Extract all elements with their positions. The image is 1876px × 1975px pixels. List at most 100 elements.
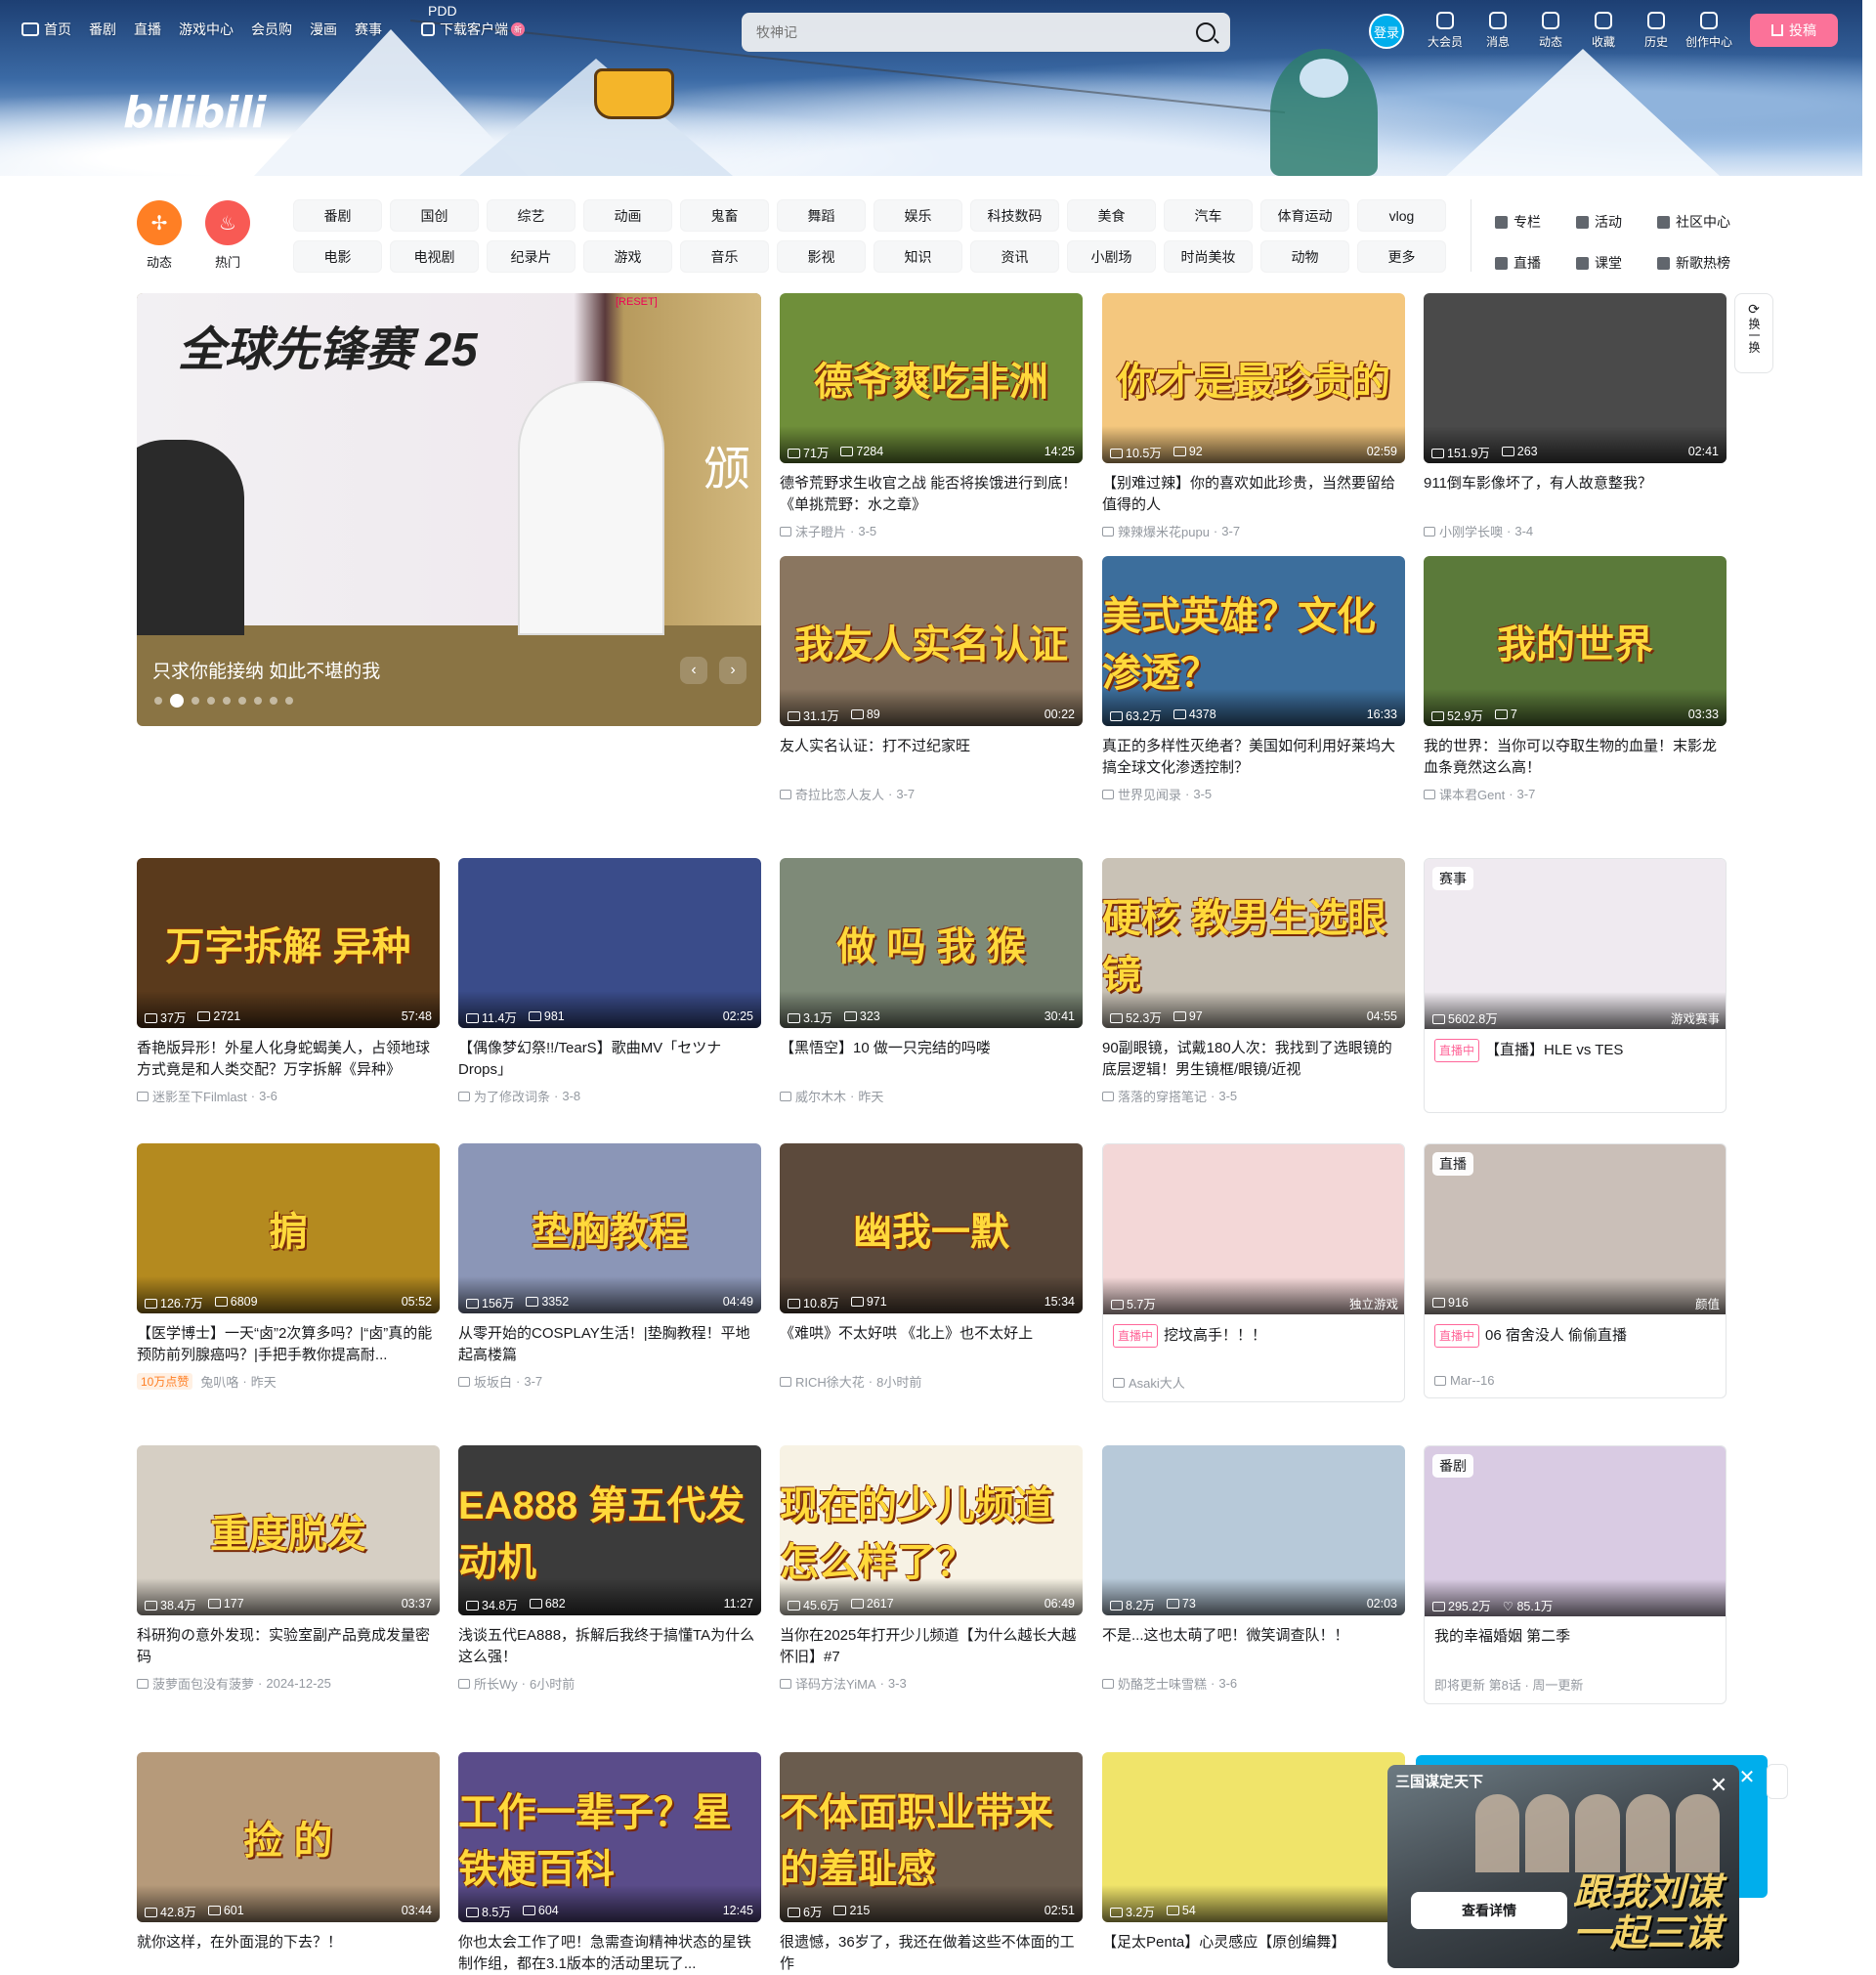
video-title[interactable]: 【黑悟空】10 做一只完结的吗喽: [780, 1038, 1083, 1081]
video-thumbnail[interactable]: 掮 126.7万 6809 05:52: [137, 1143, 440, 1313]
video-card[interactable]: 垫胸教程 156万 3352 04:49 从零开始的COSPLAY生活！|垫胸教程！…: [458, 1143, 761, 1391]
video-title[interactable]: 《难哄》不太好哄 《北上》也不太好上: [780, 1323, 1083, 1366]
author-name[interactable]: 所长Wy: [474, 1674, 518, 1693]
video-thumbnail[interactable]: 151.9万 263 02:41: [1424, 293, 1727, 463]
channel-17[interactable]: 影视: [777, 240, 866, 273]
video-card[interactable]: 现在的少儿频道怎么样了？ 45.6万 2617 06:49 当你在2025年打开少儿…: [780, 1445, 1083, 1693]
carousel-dot[interactable]: [154, 697, 162, 705]
carousel-dot[interactable]: [207, 697, 215, 705]
channel-18[interactable]: 知识: [874, 240, 962, 273]
channel-14[interactable]: 纪录片: [487, 240, 576, 273]
video-card[interactable]: 美式英雄？文化渗透？ 63.2万 4378 16:33 真正的多样性灭绝者？美国如何…: [1102, 556, 1405, 803]
side-link-classroom[interactable]: 课堂: [1576, 242, 1652, 283]
video-title[interactable]: 从零开始的COSPLAY生活！|垫胸教程！平地起高楼篇: [458, 1323, 761, 1366]
video-title[interactable]: 真正的多样性灭绝者？美国如何利用好莱坞大搞全球文化渗透控制？: [1102, 736, 1405, 779]
video-card[interactable]: 我友人实名认证 31.1万 89 00:22 友人实名认证：打不过纪家旺 奇拉比恋人…: [780, 556, 1083, 803]
video-thumbnail[interactable]: 赛事 5602.8万 游戏赛事: [1425, 859, 1726, 1029]
search-input[interactable]: [756, 24, 1196, 40]
video-thumbnail[interactable]: 硬核 教男生选眼镜 52.3万 97 04:55: [1102, 858, 1405, 1028]
video-title[interactable]: 科研狗の意外发现：实验室副产品竟成发量密码: [137, 1625, 440, 1668]
video-title[interactable]: 直播中 06 宿舍没人 偷偷直播: [1425, 1324, 1726, 1367]
channel-11[interactable]: vlog: [1357, 199, 1446, 232]
channel-1[interactable]: 国创: [390, 199, 479, 232]
ad-close-icon[interactable]: ✕: [1708, 1775, 1729, 1797]
carousel-next-button[interactable]: ›: [719, 657, 746, 684]
side-link-music-chart[interactable]: 新歌热榜: [1657, 242, 1755, 283]
channel-6[interactable]: 娱乐: [874, 199, 962, 232]
carousel-dot-active[interactable]: [170, 694, 184, 708]
video-thumbnail[interactable]: 11.4万 981 02:25: [458, 858, 761, 1028]
video-card[interactable]: 我的世界 52.9万 7 03:33 我的世界：当你可以夺取生物的血量！末影龙血条竟…: [1424, 556, 1727, 803]
video-title[interactable]: 我的幸福婚姻 第二季: [1425, 1626, 1726, 1669]
video-card[interactable]: 3.2万 54 【足太Penta】心灵感应【原创编舞】: [1102, 1752, 1405, 1975]
video-thumbnail[interactable]: 捡 的 42.8万 601 03:44: [137, 1752, 440, 1922]
channel-12[interactable]: 电影: [293, 240, 382, 273]
channel-15[interactable]: 游戏: [583, 240, 672, 273]
dynamic-circle-button[interactable]: ✢: [137, 200, 182, 245]
author-name[interactable]: 菠萝面包没有菠萝: [152, 1674, 254, 1693]
video-title[interactable]: 【偶像梦幻祭!!/TearS】歌曲MV「セツナDrops」: [458, 1038, 761, 1081]
upload-button[interactable]: 投稿: [1750, 14, 1838, 47]
bilibili-logo[interactable]: bilibili: [123, 88, 266, 138]
nav-bangumi[interactable]: 番剧: [89, 20, 116, 39]
video-title[interactable]: 90副眼镜，试戴180人次：我找到了选眼镜的底层逻辑！男生镜框/眼镜/近视: [1102, 1038, 1405, 1081]
video-title[interactable]: 你也太会工作了吧！急需查询精神状态的星铁制作组，都在3.1版本的活动里玩了...: [458, 1932, 761, 1975]
hot-circle-button[interactable]: ♨: [205, 200, 250, 245]
carousel-dot[interactable]: [238, 697, 246, 705]
video-title[interactable]: 直播中 【直播】HLE vs TES: [1425, 1039, 1726, 1082]
video-thumbnail[interactable]: 番剧 295.2万 ♡ 85.1万: [1425, 1446, 1726, 1616]
favorites-entry[interactable]: 收藏: [1577, 12, 1630, 50]
login-button[interactable]: 登录: [1369, 14, 1404, 49]
video-thumbnail[interactable]: 做 吗 我 猴 3.1万 323 30:41: [780, 858, 1083, 1028]
history-entry[interactable]: 历史: [1630, 12, 1683, 50]
author-name[interactable]: 坂坂白: [474, 1372, 512, 1391]
video-card[interactable]: 幽我一默 10.8万 971 15:34 《难哄》不太好哄 《北上》也不太好上 RI…: [780, 1143, 1083, 1391]
video-title[interactable]: 浅谈五代EA888，拆解后我终于搞懂TA为什么这么强！: [458, 1625, 761, 1668]
video-thumbnail[interactable]: 幽我一默 10.8万 971 15:34: [780, 1143, 1083, 1313]
video-card[interactable]: 做 吗 我 猴 3.1万 323 30:41 【黑悟空】10 做一只完结的吗喽 威尔…: [780, 858, 1083, 1105]
channel-13[interactable]: 电视剧: [390, 240, 479, 273]
video-card[interactable]: 151.9万 263 02:41 911倒车影像坏了，有人故意整我？ 小刚学长噢 · 3…: [1424, 293, 1727, 540]
author-name[interactable]: 奶酪芝士味雪糕: [1118, 1674, 1207, 1693]
video-card[interactable]: 5.7万 独立游戏 直播中 挖坟高手！！！ Asaki大人: [1102, 1143, 1405, 1402]
video-title[interactable]: 就你这样，在外面混的下去？！: [137, 1932, 440, 1975]
video-thumbnail[interactable]: 5.7万 独立游戏: [1103, 1144, 1404, 1314]
carousel-dot[interactable]: [285, 697, 293, 705]
channel-5[interactable]: 舞蹈: [777, 199, 866, 232]
video-card[interactable]: EA888 第五代发动机 34.8万 682 11:27 浅谈五代EA888，拆解后…: [458, 1445, 761, 1693]
author-name[interactable]: 兔叭咯: [200, 1372, 238, 1391]
video-thumbnail[interactable]: EA888 第五代发动机 34.8万 682 11:27: [458, 1445, 761, 1615]
video-card[interactable]: 万字拆解 异种 37万 2721 57:48 香艳版异形！外星人化身蛇蝎美人，占领地…: [137, 858, 440, 1105]
channel-8[interactable]: 美食: [1067, 199, 1156, 232]
video-title[interactable]: 911倒车影像坏了，有人故意整我？: [1424, 473, 1727, 516]
nav-download-client[interactable]: 下载客户端新: [421, 20, 525, 39]
channel-20[interactable]: 小剧场: [1067, 240, 1156, 273]
author-name[interactable]: 落落的穿搭笔记: [1118, 1087, 1207, 1105]
author-name[interactable]: 威尔木木: [795, 1087, 846, 1105]
video-thumbnail[interactable]: 3.2万 54: [1102, 1752, 1405, 1922]
author-name[interactable]: 为了修改词条: [474, 1087, 550, 1105]
channel-21[interactable]: 时尚美妆: [1164, 240, 1253, 273]
author-name[interactable]: 译码方法YiMA: [795, 1674, 876, 1693]
video-thumbnail[interactable]: 重度脱发 38.4万 177 03:37: [137, 1445, 440, 1615]
channel-22[interactable]: 动物: [1260, 240, 1349, 273]
video-thumbnail[interactable]: 美式英雄？文化渗透？ 63.2万 4378 16:33: [1102, 556, 1405, 726]
author-name[interactable]: 辣辣爆米花pupu: [1118, 522, 1210, 540]
video-title[interactable]: 我的世界：当你可以夺取生物的血量！末影龙血条竟然这么高！: [1424, 736, 1727, 779]
video-title[interactable]: 香艳版异形！外星人化身蛇蝎美人，占领地球方式竟是和人类交配？万字拆解《异种》: [137, 1038, 440, 1081]
author-name[interactable]: RICH徐大花: [795, 1372, 865, 1391]
video-card[interactable]: 重度脱发 38.4万 177 03:37 科研狗の意外发现：实验室副产品竟成发量密码…: [137, 1445, 440, 1693]
hero-caption[interactable]: 只求你能接纳 如此不堪的我: [152, 657, 380, 683]
side-link-activity[interactable]: 活动: [1576, 201, 1652, 242]
video-card[interactable]: 工作一辈子？星铁梗百科 8.5万 604 12:45 你也太会工作了吧！急需查询精神…: [458, 1752, 761, 1975]
video-thumbnail[interactable]: 直播 916 颜值: [1425, 1144, 1726, 1314]
video-thumbnail[interactable]: 不体面职业带来的羞耻感 6万 215 02:51: [780, 1752, 1083, 1922]
video-thumbnail[interactable]: 你才是最珍贵的 10.5万 92 02:59: [1102, 293, 1405, 463]
video-title[interactable]: 不是...这也太萌了吧！微笑调查队！！: [1102, 1625, 1405, 1668]
channel-7[interactable]: 科技数码: [970, 199, 1059, 232]
author-name[interactable]: 小刚学长噢: [1439, 522, 1503, 540]
channel-9[interactable]: 汽车: [1164, 199, 1253, 232]
carousel-dot[interactable]: [254, 697, 262, 705]
video-title[interactable]: 【别难过辣】你的喜欢如此珍贵，当然要留给值得的人: [1102, 473, 1405, 516]
video-card[interactable]: 你才是最珍贵的 10.5万 92 02:59 【别难过辣】你的喜欢如此珍贵，当然要留…: [1102, 293, 1405, 540]
